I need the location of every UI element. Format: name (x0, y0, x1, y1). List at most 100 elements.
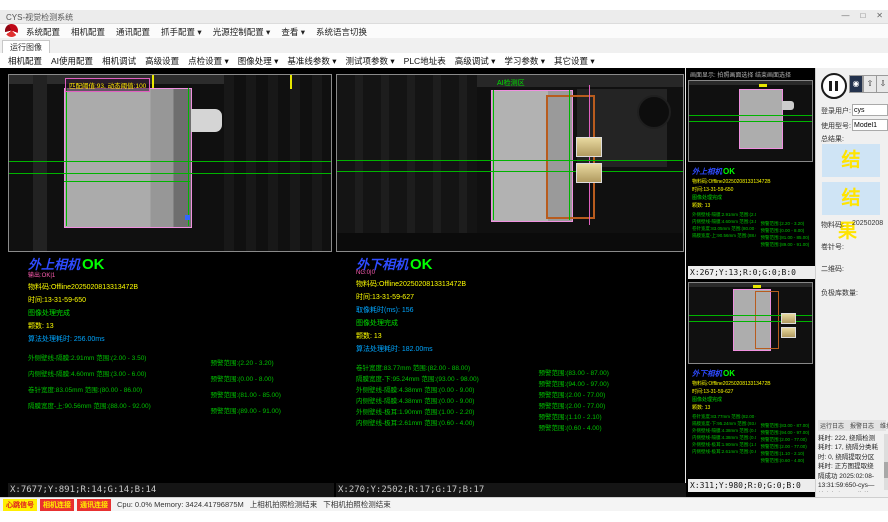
menu-item[interactable]: 系统语言切换 (316, 26, 367, 38)
time-line: 时间:13-31-59-627 (692, 388, 813, 395)
log-tab[interactable]: 维护日志 (878, 421, 888, 430)
toolbar-item[interactable]: 基准线参数 ▾ (287, 55, 336, 67)
measurement-warn-range: 预警范围:(2.20 - 3.20) (210, 357, 273, 367)
measurement-value: 卷针宽度:83.77mm 范围:(82.00 - 88.00) (356, 362, 534, 372)
menu-item[interactable]: 系统配置 (26, 26, 60, 38)
pause-button[interactable] (821, 73, 847, 99)
measurement-warn-range: 预警范围:(0.00 - 8.00) (210, 373, 273, 383)
camera-button[interactable]: ◉ (849, 75, 863, 93)
measurement-row: 卷针宽度:83.05mm 范围:(80.00 - 86.00) 预警范围:(81… (28, 384, 330, 400)
toolbar: 相机配置 AI使用配置相机调试高级设置点检设置 ▾ 图像处理 ▾ 基准线参数 ▾ 测试项… (0, 53, 888, 69)
roi-rectangle (546, 95, 595, 219)
upload-button[interactable]: ⇧ (863, 75, 877, 93)
toolbar-item[interactable]: 点检设置 ▾ (188, 55, 229, 67)
camera-view-left[interactable]: 匹配阈值:93, 动态阈值:100 (8, 74, 332, 252)
toolbar-item[interactable]: 其它设置 ▾ (554, 55, 595, 67)
measurement-value: 隔膜宽度-下:95.24mm 范围:(93.00 - 98.00) (692, 421, 756, 427)
middle-camera-panel: AI检测区 外下相机OK NG:0|0 物料码:Offline202502081… (336, 68, 684, 497)
measurement-value: 隔膜宽度-下:95.24mm 范围:(93.00 - 98.00) (356, 373, 534, 383)
machine-structure-left (337, 75, 477, 251)
measurement-row: 隔膜宽度-下:95.24mm 范围:(93.00 - 98.00) 预警范围:(… (356, 373, 682, 384)
menu-item[interactable]: 抓手配置 ▾ (161, 26, 202, 38)
status-badge: 相机连接 (40, 499, 74, 511)
login-user-field[interactable] (852, 104, 888, 116)
roi-rectangle (755, 291, 779, 349)
measurement-row: 外侧壁线-隔膜:4.38mm 范围:(0.00 - 9.00) 预警范围:(2.… (692, 428, 813, 435)
toolbar-item[interactable]: 相机调试 (102, 55, 136, 67)
measurement-row: 外侧壁线-隔膜:2.91mm 范围:(2.00 - 3.50) 预警范围:(2.… (692, 212, 813, 219)
maximize-button[interactable]: □ (860, 11, 865, 20)
guide-line-horizontal (9, 173, 331, 174)
measurement-value: 内侧壁线-隔膜:4.38mm 范围:(0.00 - 9.00) (692, 435, 756, 441)
machine-structure-left (33, 75, 47, 251)
log-scrollbar[interactable] (884, 434, 888, 490)
pin-number-label: 卷针号: (821, 242, 844, 252)
menu-item[interactable]: 通讯配置 (116, 26, 150, 38)
detail-thumbnail (781, 313, 796, 324)
toolbar-item[interactable]: 高级调试 ▾ (455, 55, 496, 67)
toolbar-item[interactable]: PLC地址表 (404, 55, 446, 67)
toolbar-item[interactable]: 学习参数 ▾ (504, 55, 545, 67)
guide-line-vertical (493, 90, 494, 220)
toolbar-item[interactable]: 相机配置 (8, 55, 42, 67)
tab-connector (782, 101, 794, 110)
pixel-coords-mini-bottom: X:311;Y:980;R:0;G:0;B:0 (688, 479, 815, 492)
process-done-line: 图像处理完成 (356, 318, 682, 328)
toolbar-item[interactable]: 测试项参数 ▾ (346, 55, 395, 67)
download-button[interactable]: ⇩ (876, 75, 888, 93)
count-line: 颗数: 13 (356, 331, 682, 341)
measurement-list: 外侧壁线-隔膜:2.91mm 范围:(2.00 - 3.50) 预警范围:(2.… (28, 352, 330, 416)
measurement-list: 卷针宽度:83.77mm 范围:(82.00 - 88.00) 预警范围:(83… (356, 362, 682, 428)
measurement-list: 卷针宽度:83.77mm 范围:(82.00 - 88.00) 预警范围:(83… (692, 414, 813, 456)
middle-result-info: 外下相机OK NG:0|0 物料码:Offline202502081331347… (356, 254, 682, 428)
cpu-memory-status: Cpu: 0.0% Memory: 3424.41796875M (117, 500, 244, 509)
status-ok: OK (723, 369, 735, 378)
elapsed-line: 算法处理耗时: 182.00ms (356, 344, 682, 354)
yellow-marker-line (152, 75, 154, 89)
close-button[interactable]: ✕ (876, 11, 883, 20)
qr-code-label: 二维码: (821, 264, 844, 274)
mini-preview-column: 画面显示: 拍照画面选择 结束画面选择 外上相机OK 物料码:Offline20… (688, 68, 813, 497)
measurement-warn-range: 预警范围:(0.60 - 4.00) (538, 422, 601, 432)
camera-name: 外下相机 (692, 369, 722, 378)
log-tab[interactable]: 报警日志 (848, 421, 876, 430)
log-tab[interactable]: 运行日志 (818, 421, 846, 430)
camera-title: 外下相机OK (692, 368, 813, 379)
application-window: CYS-视觉检测系统 — □ ✕ 系统配置相机配置通讯配置抓手配置 ▾光源控制配… (0, 0, 888, 522)
measurement-value: 卷针宽度:83.05mm 范围:(80.00 - 86.00) (28, 384, 206, 394)
measurement-row: 外侧壁线-隔膜:2.91mm 范围:(2.00 - 3.50) 预警范围:(2.… (28, 352, 330, 368)
right-sidebar: ◉ ⇧ ⇩ 登录用户: 使用型号: 总结果: 结果 结果 物料码: 202502… (815, 68, 888, 497)
mini-camera-view-bottom[interactable] (688, 282, 813, 364)
menu-item[interactable]: 相机配置 (71, 26, 105, 38)
mini-result-info: 外上相机OK 物料码:Offline2025020813313472B 时间:1… (688, 162, 813, 240)
menu-item[interactable]: 查看 ▾ (281, 26, 305, 38)
count-line: 颗数: 13 (692, 202, 813, 209)
tab-run-image[interactable]: 运行图像 (2, 40, 50, 54)
measurement-value: 隔膜宽度-上:90.56mm 范围:(88.00 - 92.00) (28, 400, 206, 410)
mini-camera-view-top[interactable] (688, 80, 813, 162)
measurement-row: 隔膜宽度-上:90.56mm 范围:(88.00 - 92.00) 预警范围:(… (28, 400, 330, 416)
camera-title: 外上相机OK (692, 166, 813, 177)
toolbar-item[interactable]: AI使用配置 (51, 55, 93, 67)
guide-line-horizontal (9, 161, 331, 162)
process-done-line: 图像处理完成 (692, 194, 813, 201)
status-ok: OK (410, 256, 433, 273)
toolbar-item[interactable]: 图像处理 ▾ (238, 55, 279, 67)
count-line: 颗数: 13 (28, 321, 330, 331)
log-scrollbar-thumb[interactable] (884, 462, 888, 478)
time-line: 时间:13-31-59-627 (356, 292, 682, 302)
minimize-button[interactable]: — (841, 11, 849, 20)
toolbar-item[interactable]: 高级设置 (145, 55, 179, 67)
guide-line-vertical (188, 88, 189, 226)
camera-view-middle[interactable]: AI检测区 (336, 74, 684, 252)
camera-icon: ◉ (853, 79, 860, 88)
model-label: 使用型号: (821, 121, 851, 131)
yellow-marker-line (290, 75, 292, 89)
upper-camera-status: 上相机拍照检测结束 (250, 499, 318, 510)
menu-item[interactable]: 光源控制配置 ▾ (213, 26, 271, 38)
status-ok: OK (723, 167, 735, 176)
stock-count-label: 负极库数量: (821, 288, 858, 298)
model-field[interactable] (852, 119, 888, 131)
pixel-coords-left: X:7677;Y:891;R:14;G:14;B:14 (8, 483, 334, 497)
status-badge: 通讯连接 (77, 499, 111, 511)
